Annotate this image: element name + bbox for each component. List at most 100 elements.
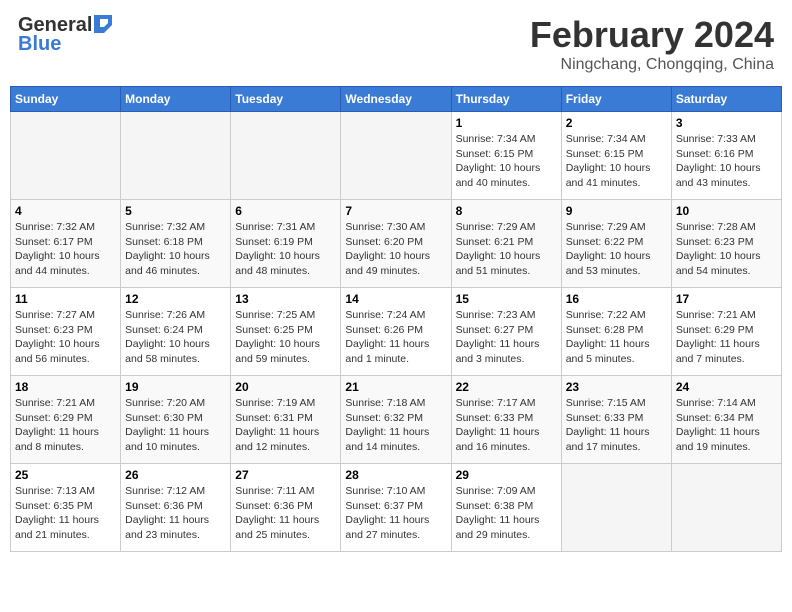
week-row-4: 25Sunrise: 7:13 AM Sunset: 6:35 PM Dayli… [11,464,782,552]
calendar-cell [671,464,781,552]
calendar-cell: 27Sunrise: 7:11 AM Sunset: 6:36 PM Dayli… [231,464,341,552]
calendar-cell: 16 Sunrise: 7:22 AM Sunset: 6:28 PM Dayli… [561,288,671,376]
day-number: 7 [345,204,446,218]
calendar-subtitle: Ningchang, Chongqing, China [530,56,774,74]
logo-blue-text: Blue [18,33,61,56]
day-number: 15 [456,292,557,306]
day-info: Sunrise: 7:34 AM Sunset: 6:15 PM Dayligh… [456,132,557,191]
day-info: Sunrise: 7:21 AM Sunset: 6:29 PM Dayligh… [676,308,777,367]
calendar-cell: 12Sunrise: 7:26 AM Sunset: 6:24 PM Dayli… [121,288,231,376]
day-number: 3 [676,116,777,130]
day-number: 14 [345,292,446,306]
calendar-cell: 26 Sunrise: 7:12 AM Sunset: 6:36 PM Dayli… [121,464,231,552]
calendar-cell: 2 Sunrise: 7:34 AM Sunset: 6:15 PM Daylig… [561,112,671,200]
calendar-cell: 24 Sunrise: 7:14 AM Sunset: 6:34 PM Dayli… [671,376,781,464]
day-number: 21 [345,380,446,394]
header-row: SundayMondayTuesdayWednesdayThursdayFrid… [11,87,782,112]
day-info: Sunrise: 7:22 AM Sunset: 6:28 PM Dayligh… [566,308,667,367]
day-number: 22 [456,380,557,394]
day-number: 1 [456,116,557,130]
day-info: Sunrise: 7:24 AM Sunset: 6:26 PM Dayligh… [345,308,446,367]
day-number: 8 [456,204,557,218]
day-number: 26 [125,468,226,482]
week-row-0: 1 Sunrise: 7:34 AM Sunset: 6:15 PM Daylig… [11,112,782,200]
header-day-monday: Monday [121,87,231,112]
day-number: 17 [676,292,777,306]
logo-icon [94,15,112,33]
day-number: 25 [15,468,116,482]
calendar-cell: 19 Sunrise: 7:20 AM Sunset: 6:30 PM Dayli… [121,376,231,464]
calendar-cell [231,112,341,200]
calendar-cell [341,112,451,200]
header-day-friday: Friday [561,87,671,112]
day-number: 5 [125,204,226,218]
week-row-1: 4Sunrise: 7:32 AM Sunset: 6:17 PM Daylig… [11,200,782,288]
calendar-cell: 15Sunrise: 7:23 AM Sunset: 6:27 PM Dayli… [451,288,561,376]
calendar-cell: 3Sunrise: 7:33 AM Sunset: 6:16 PM Daylig… [671,112,781,200]
day-info: Sunrise: 7:34 AM Sunset: 6:15 PM Dayligh… [566,132,667,191]
day-number: 29 [456,468,557,482]
day-info: Sunrise: 7:09 AM Sunset: 6:38 PM Dayligh… [456,484,557,543]
day-info: Sunrise: 7:31 AM Sunset: 6:19 PM Dayligh… [235,220,336,279]
day-info: Sunrise: 7:29 AM Sunset: 6:22 PM Dayligh… [566,220,667,279]
day-number: 9 [566,204,667,218]
calendar-body: 1 Sunrise: 7:34 AM Sunset: 6:15 PM Daylig… [11,112,782,552]
day-number: 19 [125,380,226,394]
day-number: 18 [15,380,116,394]
day-number: 10 [676,204,777,218]
header-day-saturday: Saturday [671,87,781,112]
calendar-header: SundayMondayTuesdayWednesdayThursdayFrid… [11,87,782,112]
calendar-cell: 7 Sunrise: 7:30 AM Sunset: 6:20 PM Daylig… [341,200,451,288]
calendar-table: SundayMondayTuesdayWednesdayThursdayFrid… [10,86,782,552]
day-number: 6 [235,204,336,218]
day-info: Sunrise: 7:28 AM Sunset: 6:23 PM Dayligh… [676,220,777,279]
day-info: Sunrise: 7:25 AM Sunset: 6:25 PM Dayligh… [235,308,336,367]
calendar-cell: 17 Sunrise: 7:21 AM Sunset: 6:29 PM Dayli… [671,288,781,376]
calendar-cell: 29 Sunrise: 7:09 AM Sunset: 6:38 PM Dayli… [451,464,561,552]
day-number: 4 [15,204,116,218]
header-day-tuesday: Tuesday [231,87,341,112]
calendar-cell: 13 Sunrise: 7:25 AM Sunset: 6:25 PM Dayli… [231,288,341,376]
calendar-cell: 21 Sunrise: 7:18 AM Sunset: 6:32 PM Dayli… [341,376,451,464]
day-number: 28 [345,468,446,482]
header-day-wednesday: Wednesday [341,87,451,112]
calendar-cell: 20Sunrise: 7:19 AM Sunset: 6:31 PM Dayli… [231,376,341,464]
calendar-cell: 1 Sunrise: 7:34 AM Sunset: 6:15 PM Daylig… [451,112,561,200]
header-day-thursday: Thursday [451,87,561,112]
day-info: Sunrise: 7:20 AM Sunset: 6:30 PM Dayligh… [125,396,226,455]
calendar-cell: 5Sunrise: 7:32 AM Sunset: 6:18 PM Daylig… [121,200,231,288]
day-number: 20 [235,380,336,394]
title-block: February 2024 Ningchang, Chongqing, Chin… [530,14,774,74]
day-info: Sunrise: 7:30 AM Sunset: 6:20 PM Dayligh… [345,220,446,279]
day-number: 27 [235,468,336,482]
header-day-sunday: Sunday [11,87,121,112]
day-number: 24 [676,380,777,394]
day-number: 2 [566,116,667,130]
day-number: 12 [125,292,226,306]
day-info: Sunrise: 7:14 AM Sunset: 6:34 PM Dayligh… [676,396,777,455]
calendar-cell: 9 Sunrise: 7:29 AM Sunset: 6:22 PM Daylig… [561,200,671,288]
day-info: Sunrise: 7:18 AM Sunset: 6:32 PM Dayligh… [345,396,446,455]
calendar-cell: 22 Sunrise: 7:17 AM Sunset: 6:33 PM Dayli… [451,376,561,464]
day-info: Sunrise: 7:12 AM Sunset: 6:36 PM Dayligh… [125,484,226,543]
calendar-cell: 6 Sunrise: 7:31 AM Sunset: 6:19 PM Daylig… [231,200,341,288]
calendar-cell: 14 Sunrise: 7:24 AM Sunset: 6:26 PM Dayli… [341,288,451,376]
week-row-2: 11Sunrise: 7:27 AM Sunset: 6:23 PM Dayli… [11,288,782,376]
calendar-cell [11,112,121,200]
day-number: 16 [566,292,667,306]
calendar-title: February 2024 [530,14,774,56]
day-info: Sunrise: 7:15 AM Sunset: 6:33 PM Dayligh… [566,396,667,455]
calendar-cell: 8Sunrise: 7:29 AM Sunset: 6:21 PM Daylig… [451,200,561,288]
calendar-cell: 28 Sunrise: 7:10 AM Sunset: 6:37 PM Dayli… [341,464,451,552]
calendar-cell: 25Sunrise: 7:13 AM Sunset: 6:35 PM Dayli… [11,464,121,552]
day-number: 11 [15,292,116,306]
day-info: Sunrise: 7:10 AM Sunset: 6:37 PM Dayligh… [345,484,446,543]
day-info: Sunrise: 7:17 AM Sunset: 6:33 PM Dayligh… [456,396,557,455]
day-number: 13 [235,292,336,306]
logo: General Blue [18,14,112,56]
page-header: General Blue February 2024 Ningchang, Ch… [10,10,782,78]
calendar-cell: 10 Sunrise: 7:28 AM Sunset: 6:23 PM Dayli… [671,200,781,288]
day-info: Sunrise: 7:21 AM Sunset: 6:29 PM Dayligh… [15,396,116,455]
week-row-3: 18 Sunrise: 7:21 AM Sunset: 6:29 PM Dayli… [11,376,782,464]
calendar-cell [561,464,671,552]
